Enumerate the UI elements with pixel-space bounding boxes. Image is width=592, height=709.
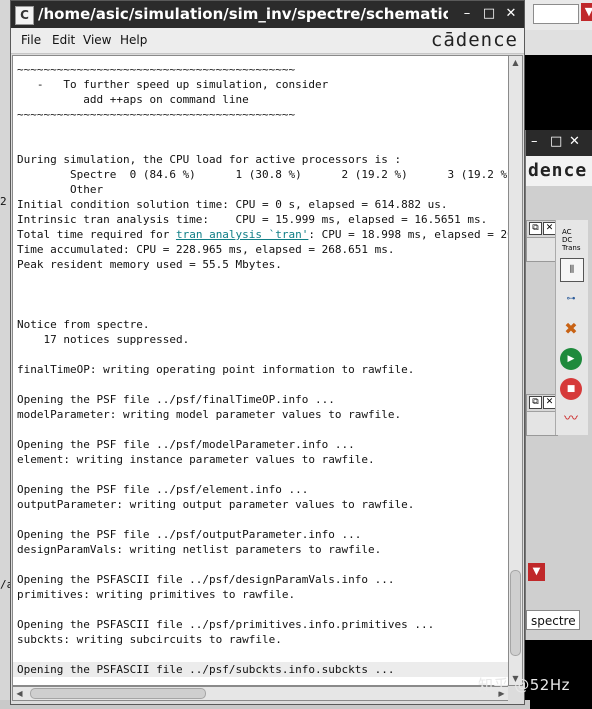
minimize-icon[interactable]: –: [459, 6, 475, 22]
vertical-scroll-thumb[interactable]: [510, 570, 521, 656]
window-title: /home/asic/simulation/sim_inv/spectre/sc…: [38, 5, 448, 23]
bg-maximize-icon[interactable]: □: [550, 135, 562, 149]
log-line: Peak resident memory used = 55.5 Mbytes.: [17, 258, 282, 271]
bg-dropdown-button[interactable]: ▼: [528, 563, 545, 581]
close-icon[interactable]: ✕: [503, 6, 519, 22]
log-line: Opening the PSFASCII file ../psf/subckts…: [13, 662, 508, 677]
log-line: Spectre 0 (84.6 %) 1 (30.8 %) 2 (19.2 %)…: [17, 168, 509, 181]
simulator-field[interactable]: spectre: [526, 610, 580, 630]
bg-dropdown-button[interactable]: ▼: [581, 3, 592, 21]
watermark: 知乎 @52Hz: [478, 676, 571, 694]
bg-input-field[interactable]: [533, 4, 579, 24]
log-line: Opening the PSF file ../psf/modelParamet…: [17, 438, 355, 451]
analysis-type-icon[interactable]: AC DC Trans: [562, 228, 584, 252]
log-line: Notice from spectre.: [17, 318, 150, 331]
log-line: primitives: writing primitives to rawfil…: [17, 588, 296, 601]
log-line: Time accumulated: CPU = 228.965 ms, elap…: [17, 243, 395, 256]
total-time-prefix: Total time required for: [17, 228, 176, 241]
bg-panel-bottom: ⧉ ✕: [526, 394, 558, 436]
scroll-left-icon[interactable]: ◀: [13, 687, 26, 700]
netlist-icon[interactable]: ⊶: [560, 288, 582, 310]
log-line: ~~~~~~~~~~~~~~~~~~~~~~~~~~~~~~~~~~~~~~~~…: [17, 108, 296, 121]
bg-close-icon[interactable]: ✕: [569, 135, 580, 149]
log-line: Opening the PSF file ../psf/outputParame…: [17, 528, 362, 541]
log-line: ~~~~~~~~~~~~~~~~~~~~~~~~~~~~~~~~~~~~~~~~…: [17, 63, 296, 76]
background-band: [525, 30, 592, 55]
background-window-left-edge: 2 /a: [0, 0, 13, 709]
cadence-app-icon: C: [15, 6, 34, 25]
bg-panel-float-icon[interactable]: ⧉: [529, 222, 542, 235]
bg-window-titlebar: – □ ✕: [526, 130, 592, 156]
log-line: Opening the PSF file ../psf/finalTimeOP.…: [17, 393, 335, 406]
log-line: 17 notices suppressed.: [17, 333, 190, 346]
horizontal-scroll-thumb[interactable]: [30, 688, 206, 699]
window-titlebar[interactable]: C /home/asic/simulation/sim_inv/spectre/…: [11, 1, 524, 28]
log-line: Opening the PSF file ../psf/element.info…: [17, 483, 309, 496]
log-line: Opening the PSFASCII file ../psf/primiti…: [17, 618, 435, 631]
bg-window-menubar: dence: [526, 156, 592, 186]
log-line: During simulation, the CPU load for acti…: [17, 153, 402, 166]
bg-left-char: 2: [0, 195, 7, 208]
tran-analysis-link[interactable]: tran analysis `tran': [176, 228, 308, 241]
run-icon[interactable]: ▶: [560, 348, 582, 370]
menubar: File Edit View Help cādence: [11, 28, 524, 54]
menu-view[interactable]: View: [83, 32, 111, 48]
log-line: Opening the PSFASCII file ../psf/designP…: [17, 573, 395, 586]
scroll-up-icon[interactable]: ▲: [509, 56, 522, 69]
bg-minimize-icon[interactable]: –: [531, 135, 538, 149]
menu-help[interactable]: Help: [120, 32, 147, 48]
bg-brand-logo: dence: [528, 160, 588, 181]
log-line: add ++aps on command line: [17, 93, 249, 106]
log-line: finalTimeOP: writing operating point inf…: [17, 363, 415, 376]
background-window-top-right: ▼: [525, 0, 592, 31]
log-line: outputParameter: writing output paramete…: [17, 498, 415, 511]
log-line: - To further speed up simulation, consid…: [17, 78, 329, 91]
horizontal-scrollbar[interactable]: ◀ ▶: [12, 686, 509, 701]
log-line: modelParameter: writing model parameter …: [17, 408, 402, 421]
log-line: designParamVals: writing netlist paramet…: [17, 543, 382, 556]
stop-icon[interactable]: ■: [560, 378, 582, 400]
log-line: Other: [17, 183, 104, 196]
maximize-icon[interactable]: □: [481, 6, 497, 22]
log-line-total-time: Total time required for tran analysis `t…: [17, 227, 509, 242]
log-line: subckts: writing subcircuits to rawfile.: [17, 633, 282, 646]
log-text-area[interactable]: ~~~~~~~~~~~~~~~~~~~~~~~~~~~~~~~~~~~~~~~~…: [12, 55, 509, 686]
bg-tool-palette: AC DC Trans ⫼ ⊶ ✖ ▶ ■ 〰: [555, 220, 588, 435]
waveform-icon[interactable]: 〰: [560, 408, 582, 430]
log-line: element: writing instance parameter valu…: [17, 453, 375, 466]
menu-file[interactable]: File: [21, 32, 41, 48]
cadence-logo: cādence: [430, 29, 518, 51]
log-line: Initial condition solution time: CPU = 0…: [17, 198, 448, 211]
tuning-icon[interactable]: ⫼: [560, 258, 584, 282]
menu-edit[interactable]: Edit: [52, 32, 75, 48]
log-line: Intrinsic tran analysis time: CPU = 15.9…: [17, 213, 488, 226]
bg-panel-float-icon[interactable]: ⧉: [529, 396, 542, 409]
total-time-suffix: : CPU = 18.998 ms, elapsed = 20: [308, 228, 509, 241]
delete-icon[interactable]: ✖: [560, 318, 582, 340]
vertical-scrollbar[interactable]: ▲ ▼: [508, 55, 523, 686]
bg-panel-top: ⧉ ✕: [526, 220, 558, 262]
spectre-log-window: C /home/asic/simulation/sim_inv/spectre/…: [10, 0, 525, 705]
